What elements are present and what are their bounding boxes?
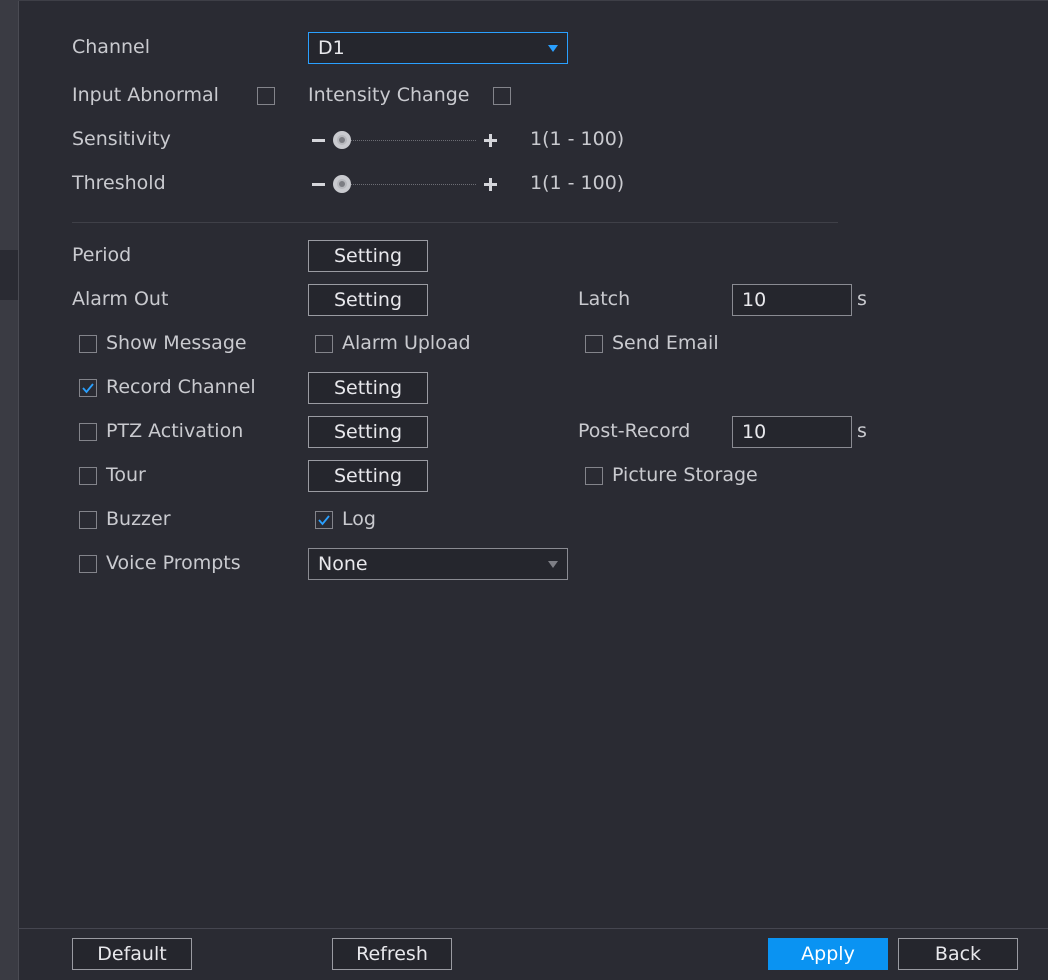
buzzer-checkbox[interactable] — [79, 511, 97, 529]
period-setting-button[interactable]: Setting — [308, 240, 428, 272]
top-border — [18, 0, 1048, 1]
show-message-label: Show Message — [106, 332, 247, 354]
apply-button[interactable]: Apply — [768, 938, 888, 970]
record-channel-label: Record Channel — [106, 376, 256, 398]
threshold-slider-handle[interactable] — [333, 175, 351, 193]
show-message-checkbox[interactable] — [79, 335, 97, 353]
refresh-button[interactable]: Refresh — [332, 938, 452, 970]
sensitivity-track[interactable] — [342, 140, 476, 141]
log-label: Log — [342, 508, 376, 530]
channel-label: Channel — [72, 36, 151, 58]
post-record-unit: s — [857, 420, 867, 442]
section-divider — [72, 222, 838, 223]
latch-input[interactable]: 10 — [732, 284, 852, 316]
post-record-value: 10 — [742, 421, 767, 443]
latch-label: Latch — [578, 288, 631, 310]
picture-storage-label: Picture Storage — [612, 464, 758, 486]
log-checkbox[interactable] — [315, 511, 333, 529]
channel-select[interactable]: D1 — [308, 32, 568, 64]
alarm-out-setting-button[interactable]: Setting — [308, 284, 428, 316]
threshold-value: 1(1 - 100) — [530, 172, 625, 194]
voice-prompts-select[interactable]: None — [308, 548, 568, 580]
sensitivity-label: Sensitivity — [72, 128, 171, 150]
tour-label: Tour — [106, 464, 146, 486]
threshold-label: Threshold — [72, 172, 166, 194]
footer-divider — [18, 928, 1048, 929]
ptz-activation-label: PTZ Activation — [106, 420, 244, 442]
back-button[interactable]: Back — [898, 938, 1018, 970]
input-abnormal-checkbox[interactable] — [257, 87, 275, 105]
checkmark-icon — [82, 383, 94, 394]
sensitivity-value: 1(1 - 100) — [530, 128, 625, 150]
intensity-change-label: Intensity Change — [308, 84, 470, 106]
voice-prompts-value: None — [318, 553, 368, 575]
latch-value: 10 — [742, 289, 767, 311]
channel-value: D1 — [318, 37, 345, 59]
latch-unit: s — [857, 288, 867, 310]
buzzer-label: Buzzer — [106, 508, 171, 530]
input-abnormal-label: Input Abnormal — [72, 84, 219, 106]
threshold-track[interactable] — [342, 184, 476, 185]
tour-checkbox[interactable] — [79, 467, 97, 485]
send-email-checkbox[interactable] — [585, 335, 603, 353]
alarm-upload-label: Alarm Upload — [342, 332, 471, 354]
alarm-out-label: Alarm Out — [72, 288, 169, 310]
ptz-activation-setting-button[interactable]: Setting — [308, 416, 428, 448]
intensity-change-checkbox[interactable] — [493, 87, 511, 105]
period-label: Period — [72, 244, 132, 266]
chevron-down-icon — [548, 45, 558, 52]
record-channel-checkbox[interactable] — [79, 379, 97, 397]
voice-prompts-checkbox[interactable] — [79, 555, 97, 573]
minus-icon[interactable] — [312, 183, 325, 186]
alarm-upload-checkbox[interactable] — [315, 335, 333, 353]
ptz-activation-checkbox[interactable] — [79, 423, 97, 441]
record-channel-setting-button[interactable]: Setting — [308, 372, 428, 404]
sensitivity-slider-handle[interactable] — [333, 131, 351, 149]
checkmark-icon — [318, 515, 330, 526]
send-email-label: Send Email — [612, 332, 719, 354]
picture-storage-checkbox[interactable] — [585, 467, 603, 485]
voice-prompts-label: Voice Prompts — [106, 552, 241, 574]
default-button[interactable]: Default — [72, 938, 192, 970]
post-record-label: Post-Record — [578, 420, 691, 442]
chevron-down-icon — [548, 561, 558, 568]
tour-setting-button[interactable]: Setting — [308, 460, 428, 492]
post-record-input[interactable]: 10 — [732, 416, 852, 448]
left-sidebar — [0, 0, 19, 980]
sidebar-selected-item[interactable] — [0, 250, 18, 300]
minus-icon[interactable] — [312, 139, 325, 142]
